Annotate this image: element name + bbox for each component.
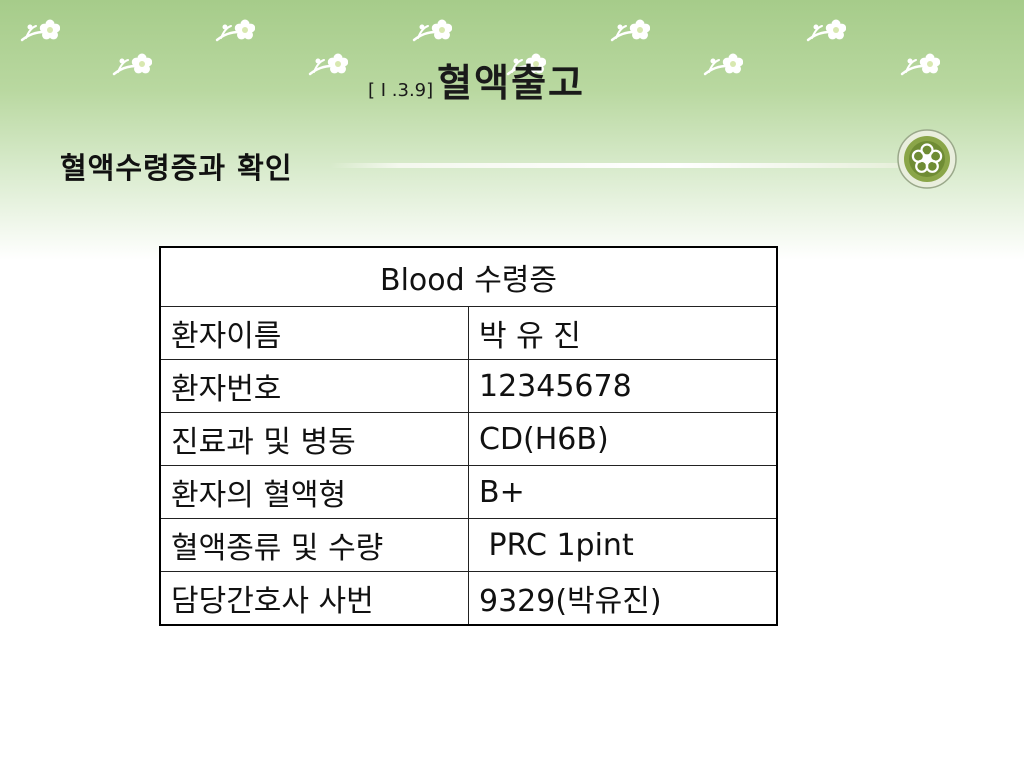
row-value-nurse-id: 9329(박유진) (468, 571, 778, 626)
table-row: 환자번호 12345678 (159, 359, 778, 413)
ornament-icon (897, 129, 957, 189)
subtitle: 혈액수령증과 확인 (60, 151, 293, 185)
row-value-blood-type: B+ (468, 465, 778, 519)
row-label-patient-number: 환자번호 (159, 359, 469, 413)
flower-icon (412, 18, 452, 42)
slide-title: [ I .3.9] 혈액출고 (368, 52, 585, 107)
row-label-product-quantity: 혈액종류 및 수량 (159, 518, 469, 572)
flower-icon (806, 18, 846, 42)
slide: [ I .3.9] 혈액출고 혈액수령증과 확인 Blood 수령증 환자이름 … (0, 0, 1024, 768)
flower-icon (215, 18, 255, 42)
row-value-patient-number: 12345678 (468, 359, 778, 413)
blood-receipt-table: Blood 수령증 환자이름 박 유 진 환자번호 12345678 진료과 및… (159, 246, 778, 626)
flower-icon (610, 18, 650, 42)
flower-icon (703, 52, 743, 76)
row-label-nurse-id: 담당간호사 사번 (159, 571, 469, 626)
title-text: 혈액출고 (437, 61, 585, 105)
flower-icon (112, 52, 152, 76)
table-header-row: Blood 수령증 (159, 246, 778, 307)
flower-icon (900, 52, 940, 76)
table-row: 진료과 및 병동 CD(H6B) (159, 412, 778, 466)
flower-icon (308, 52, 348, 76)
divider-line (330, 163, 910, 168)
table-row: 환자이름 박 유 진 (159, 306, 778, 360)
row-value-product-quantity: PRC 1pint (468, 518, 778, 572)
row-value-department-ward: CD(H6B) (468, 412, 778, 466)
table-row: 환자의 혈액형 B+ (159, 465, 778, 519)
flower-icon (20, 18, 60, 42)
row-label-department-ward: 진료과 및 병동 (159, 412, 469, 466)
row-label-blood-type: 환자의 혈액형 (159, 465, 469, 519)
row-value-patient-name: 박 유 진 (468, 306, 778, 360)
table-header: Blood 수령증 (159, 246, 778, 307)
row-label-patient-name: 환자이름 (159, 306, 469, 360)
section-code: [ I .3.9] (368, 80, 434, 101)
table-row: 혈액종류 및 수량 PRC 1pint (159, 518, 778, 572)
table-row: 담당간호사 사번 9329(박유진) (159, 571, 778, 626)
